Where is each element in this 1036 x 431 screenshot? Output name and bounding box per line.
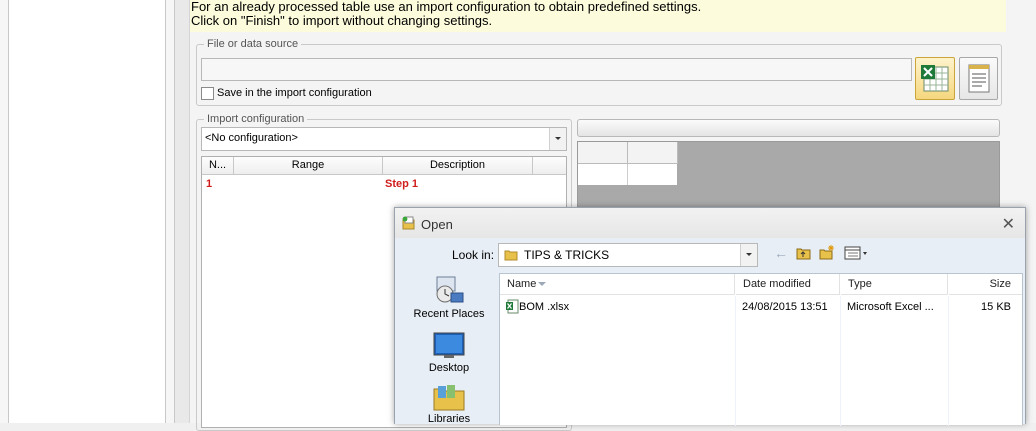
chevron-down-icon (555, 137, 561, 140)
info-line-2: Click on "Finish" to import without chan… (191, 13, 493, 28)
row-n: 1 (206, 178, 213, 190)
col-header-range[interactable]: Range (234, 157, 383, 175)
new-folder-icon[interactable] (819, 245, 835, 260)
left-pane-content (8, 0, 166, 423)
folder-icon (504, 250, 518, 261)
desktop-icon (433, 332, 465, 358)
pane-gutter (175, 0, 190, 423)
file-type: Microsoft Excel ... (847, 301, 934, 313)
col-header-n[interactable]: N... (202, 157, 234, 175)
look-in-value: TIPS & TRICKS (524, 248, 610, 262)
col-header-date-modified[interactable]: Date modified (736, 274, 840, 295)
places-label-desktop: Desktop (428, 362, 470, 374)
col-header-size[interactable]: Size (949, 274, 1022, 295)
col-header-description[interactable]: Description (383, 157, 533, 175)
open-dialog: Open ✕ Look in: TIPS & TRICKS ← Recent P… (394, 207, 1026, 426)
save-config-label: Save in the import configuration (217, 87, 372, 99)
preview-cell-a[interactable] (578, 164, 628, 185)
look-in-label: Look in: (452, 248, 495, 262)
look-in-dropdown-button[interactable] (740, 244, 757, 266)
row-description: Step 1 (385, 178, 419, 190)
table-row[interactable]: 1 Step 1 (202, 176, 566, 193)
list-item[interactable]: BOM .xlsx 24/08/2015 13:51 Microsoft Exc… (500, 298, 1022, 316)
source-path-field[interactable] (201, 58, 912, 81)
import-config-legend: Import configuration (204, 113, 308, 125)
file-size: 15 KB (981, 301, 1011, 313)
view-menu-icon[interactable] (844, 246, 870, 260)
places-item-desktop[interactable]: Desktop (405, 330, 493, 378)
info-line-1: For an already processed table use an im… (191, 0, 702, 14)
col-header-type[interactable]: Type (841, 274, 948, 295)
excel-file-icon (921, 65, 949, 92)
open-dialog-app-icon (402, 216, 415, 230)
recent-places-icon (436, 276, 464, 303)
chevron-down-icon (746, 253, 752, 256)
notepad-icon (968, 64, 990, 93)
places-item-recent[interactable]: Recent Places (405, 275, 493, 325)
libraries-icon (433, 385, 465, 411)
info-banner: For an already processed table use an im… (190, 0, 1006, 32)
left-pane (0, 0, 175, 423)
source-group-legend: File or data source (204, 38, 302, 50)
open-dialog-title: Open (421, 217, 453, 232)
preview-header-col (628, 142, 678, 164)
col-header-filler (533, 157, 566, 175)
import-config-select[interactable]: <No configuration> (201, 127, 567, 151)
preview-cell-b[interactable] (628, 164, 677, 185)
save-config-checkbox[interactable] (201, 87, 214, 100)
places-label-recent: Recent Places (413, 308, 485, 320)
preview-header-corner (578, 142, 628, 164)
excel-source-button[interactable] (915, 57, 955, 100)
close-icon[interactable]: ✕ (1002, 214, 1015, 234)
text-source-button[interactable] (959, 57, 998, 100)
file-list: Name Date modified Type Size BOM .xlsx 2… (499, 273, 1023, 426)
preview-scroll-bar[interactable] (577, 119, 1000, 137)
excel-file-icon (506, 299, 519, 314)
sort-chevron-icon (538, 282, 546, 286)
file-date: 24/08/2015 13:51 (742, 301, 828, 313)
file-name: BOM .xlsx (519, 301, 570, 313)
places-label-libraries: Libraries (427, 413, 471, 425)
col-header-name[interactable]: Name (500, 274, 735, 295)
import-config-dropdown-button[interactable] (549, 128, 566, 150)
up-folder-icon[interactable] (796, 246, 811, 260)
back-arrow-icon[interactable]: ← (774, 245, 788, 261)
import-config-selected: <No configuration> (205, 132, 298, 144)
look-in-select[interactable]: TIPS & TRICKS (498, 243, 758, 267)
places-item-libraries[interactable]: Libraries (405, 383, 493, 425)
open-dialog-titlebar[interactable]: Open ✕ (395, 208, 1025, 238)
